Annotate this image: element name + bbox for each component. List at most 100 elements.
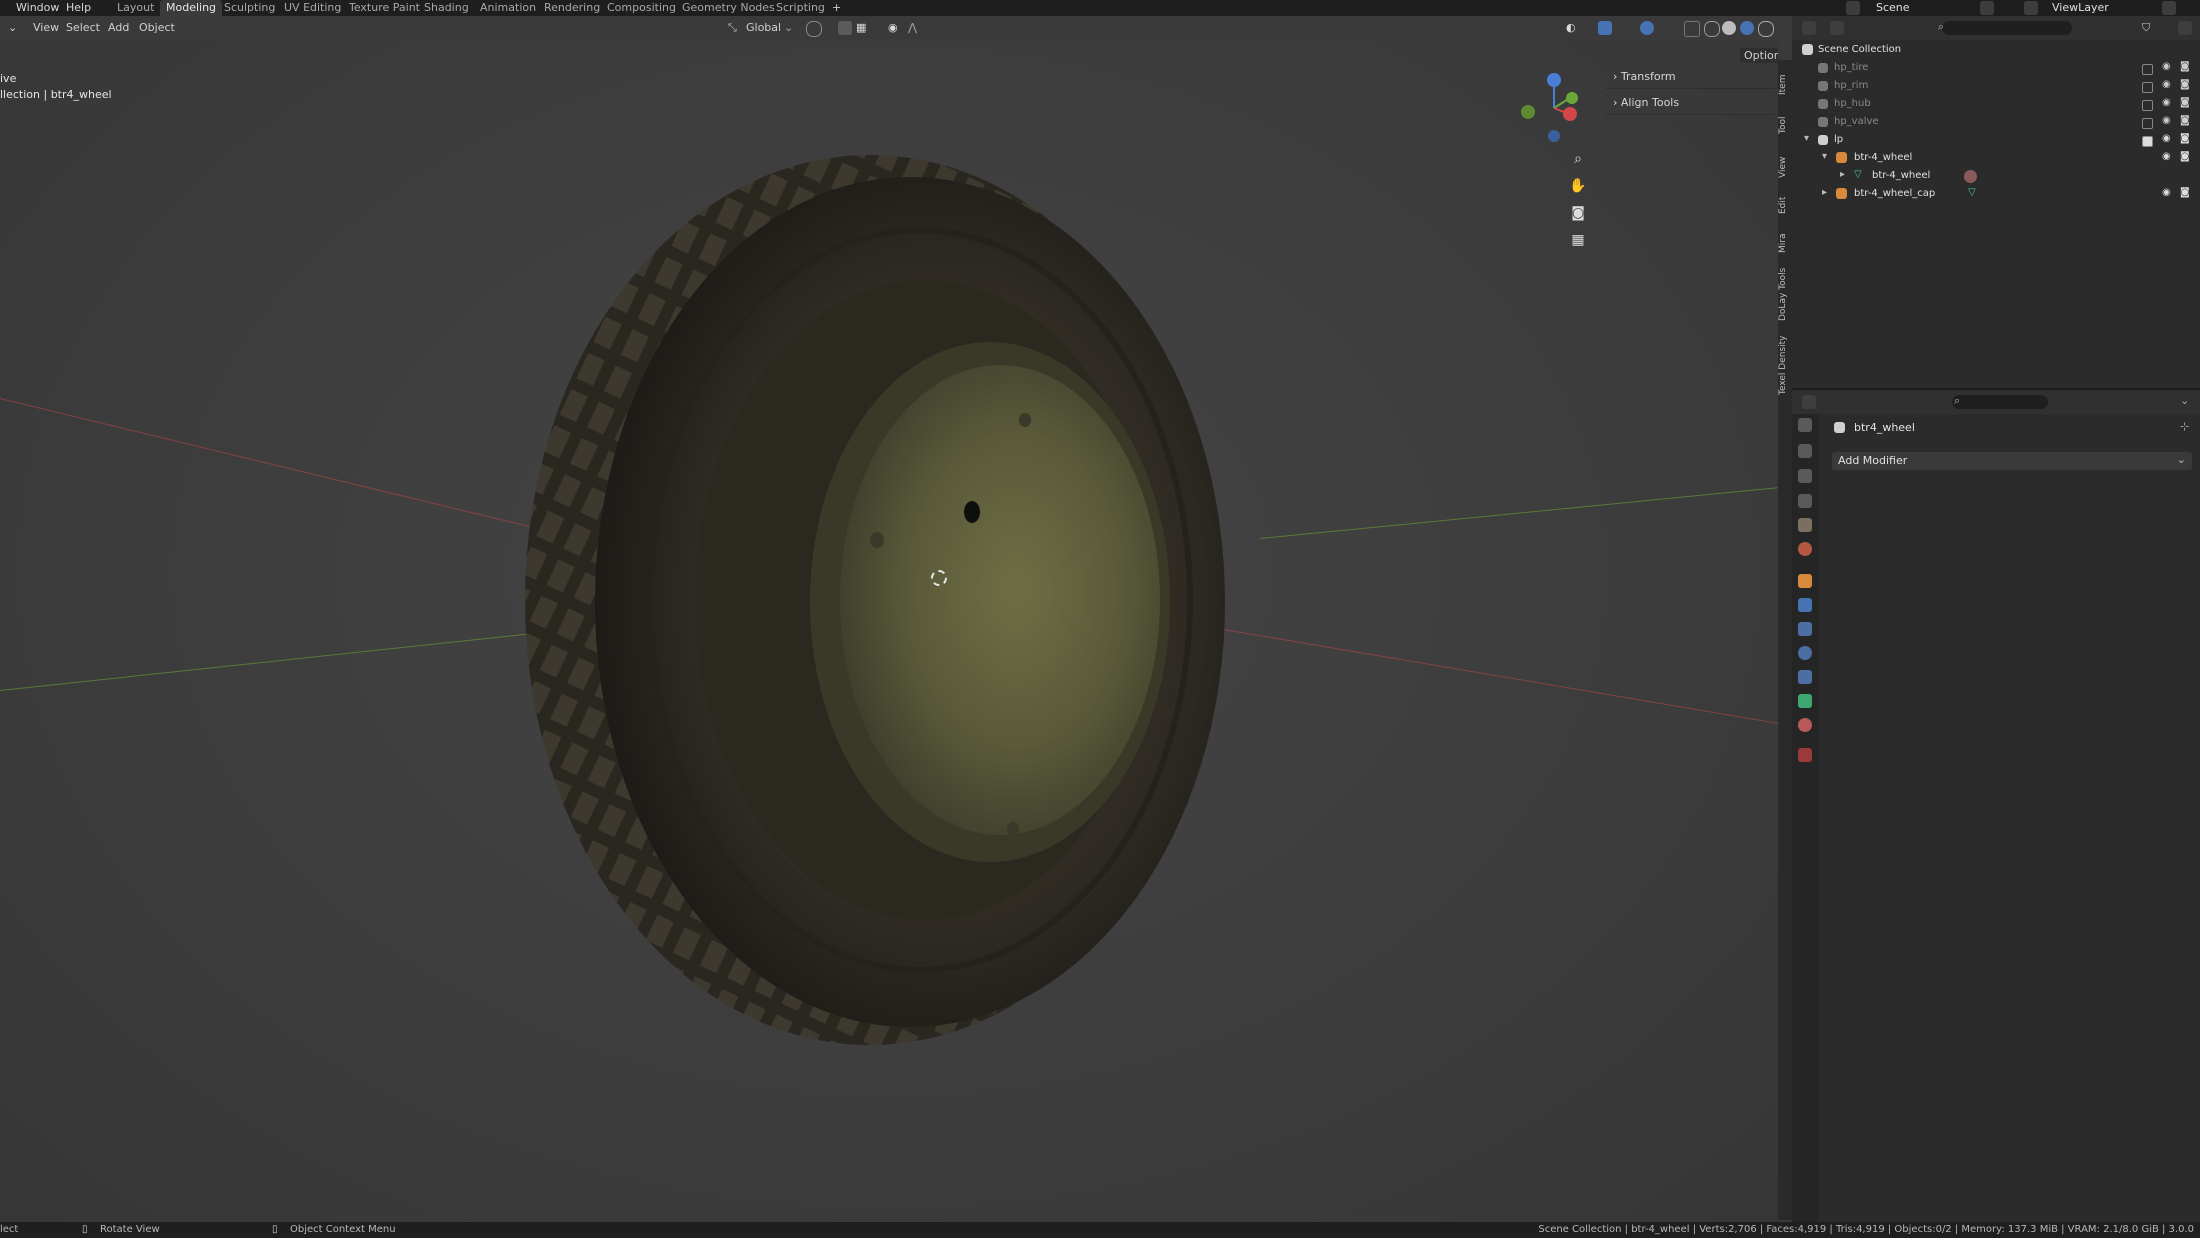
tab-item[interactable]: Item: [1778, 70, 1792, 100]
exclude-checkbox[interactable]: [2142, 118, 2153, 129]
chevron-down-icon[interactable]: ⌄: [2180, 394, 2189, 407]
object-name-field[interactable]: btr4_wheel: [1854, 421, 1915, 434]
tab-scripting[interactable]: Scripting: [770, 0, 831, 16]
panel-align-tools[interactable]: › Align Tools: [1605, 92, 1775, 115]
render-icon[interactable]: [1798, 444, 1812, 458]
xray-toggle-icon[interactable]: [1684, 21, 1700, 37]
options-dropdown[interactable]: Options: [1740, 48, 1778, 63]
eye-icon[interactable]: ◉: [2162, 133, 2171, 144]
tab-mira[interactable]: Mira: [1778, 228, 1792, 258]
transform-orientation-icon[interactable]: ⤡: [728, 21, 737, 35]
wheel-model[interactable]: [520, 140, 1280, 1060]
tab-texture-paint[interactable]: Texture Paint: [343, 0, 426, 16]
outliner-row-hp-valve[interactable]: hp_valve ◉ ◙: [1792, 114, 2200, 132]
new-scene-icon[interactable]: [1980, 1, 1994, 15]
falloff-icon[interactable]: ⋀: [908, 21, 917, 34]
tab-layout[interactable]: Layout: [111, 0, 160, 16]
viewlayer-icon[interactable]: [2024, 1, 2038, 15]
gizmo-toggle-icon[interactable]: [1598, 21, 1612, 35]
outliner-row-btr4-wheel-mesh[interactable]: ▸ ▽ btr-4_wheel: [1792, 168, 2200, 186]
properties-search-input[interactable]: [1952, 395, 2048, 409]
camera-icon[interactable]: ◙: [2180, 151, 2190, 162]
camera-icon[interactable]: ◙: [2180, 115, 2190, 126]
exclude-checkbox[interactable]: [2142, 100, 2153, 111]
eye-icon[interactable]: ◉: [2162, 79, 2171, 90]
tab-rendering[interactable]: Rendering: [538, 0, 606, 16]
ortho-grid-icon[interactable]: ▦: [1567, 229, 1589, 251]
outliner-row-lp[interactable]: ▾ lp ◉ ◙: [1792, 132, 2200, 150]
pivot-point-icon[interactable]: [806, 21, 822, 37]
tab-view[interactable]: View: [1778, 150, 1792, 184]
new-viewlayer-icon[interactable]: [2162, 1, 2176, 15]
tab-shading[interactable]: Shading: [418, 0, 475, 16]
view-menu[interactable]: View: [33, 21, 59, 34]
pan-hand-icon[interactable]: ✋: [1567, 175, 1589, 197]
object-menu[interactable]: Object: [139, 21, 175, 34]
proportional-edit-icon[interactable]: ◉: [888, 21, 898, 34]
exclude-checkbox[interactable]: [2142, 64, 2153, 75]
exclude-checkbox[interactable]: [2142, 82, 2153, 93]
add-workspace-button[interactable]: +: [826, 0, 847, 16]
add-modifier-dropdown[interactable]: Add Modifier ⌄: [1832, 452, 2192, 470]
modifier-wrench-icon[interactable]: [1798, 598, 1812, 612]
tab-modeling[interactable]: Modeling: [160, 0, 223, 16]
object-icon[interactable]: [1798, 574, 1812, 588]
menu-window[interactable]: Window: [16, 1, 59, 14]
navigation-gizmo[interactable]: [1512, 66, 1596, 150]
snap-magnet-icon[interactable]: [838, 21, 852, 35]
expand-arrow-icon[interactable]: ▾: [1804, 133, 1809, 144]
camera-icon[interactable]: ◙: [2180, 79, 2190, 90]
wireframe-shading-icon[interactable]: [1704, 21, 1720, 37]
tab-edit[interactable]: Edit: [1778, 190, 1792, 220]
exclude-checkbox[interactable]: [2142, 136, 2153, 147]
tab-sculpting[interactable]: Sculpting: [218, 0, 281, 16]
eye-icon[interactable]: ◉: [2162, 187, 2171, 198]
overlays-toggle-icon[interactable]: [1640, 21, 1654, 35]
material-icon[interactable]: [1798, 718, 1812, 732]
editor-type-icon[interactable]: [1802, 21, 1816, 35]
outliner-row-scene-collection[interactable]: Scene Collection: [1792, 42, 2200, 60]
material-preview-shading-icon[interactable]: [1740, 21, 1754, 35]
scene-icon[interactable]: [1846, 1, 1860, 15]
expand-arrow-icon[interactable]: ▾: [1822, 151, 1827, 162]
add-menu[interactable]: Add: [108, 21, 129, 34]
zoom-icon[interactable]: ⌕: [1567, 148, 1589, 170]
expand-arrow-icon[interactable]: ▸: [1822, 187, 1827, 198]
pin-icon[interactable]: ⊹: [2180, 420, 2189, 433]
physics-icon[interactable]: [1798, 646, 1812, 660]
rendered-shading-icon[interactable]: [1758, 21, 1774, 37]
camera-icon[interactable]: ◙: [2180, 97, 2190, 108]
eye-icon[interactable]: ◉: [2162, 115, 2171, 126]
new-collection-icon[interactable]: [2178, 21, 2192, 35]
snap-grid-icon[interactable]: ▦: [856, 21, 866, 34]
expand-arrow-icon[interactable]: ▸: [1840, 169, 1845, 180]
chevron-down-icon[interactable]: ⌄: [784, 21, 793, 34]
tab-texel-density[interactable]: Texel Density: [1778, 330, 1792, 400]
camera-icon[interactable]: ◙: [2180, 133, 2190, 144]
tab-compositing[interactable]: Compositing: [601, 0, 682, 16]
eye-icon[interactable]: ◉: [2162, 97, 2171, 108]
tab-geometry-nodes[interactable]: Geometry Nodes: [676, 0, 781, 16]
constraints-icon[interactable]: [1798, 670, 1812, 684]
particles-icon[interactable]: [1798, 622, 1812, 636]
eye-icon[interactable]: ◉: [2162, 151, 2171, 162]
outliner-row-btr4-wheel-object[interactable]: ▾ btr-4_wheel ◉ ◙: [1792, 150, 2200, 168]
tab-animation[interactable]: Animation: [474, 0, 542, 16]
eye-icon[interactable]: ◉: [2162, 61, 2171, 72]
outliner-row-hp-tire[interactable]: hp_tire ◉ ◙: [1792, 60, 2200, 78]
mesh-data-icon[interactable]: [1798, 694, 1812, 708]
menu-help[interactable]: Help: [66, 1, 91, 14]
scene-selector[interactable]: Scene: [1876, 1, 1910, 14]
view-layer-icon[interactable]: [1798, 494, 1812, 508]
tab-dolay-tools[interactable]: DoLay Tools: [1778, 265, 1792, 323]
outliner-row-btr4-wheel-cap[interactable]: ▸ btr-4_wheel_cap ▽ ◉ ◙: [1792, 186, 2200, 204]
output-icon[interactable]: [1798, 469, 1812, 483]
outliner-row-hp-rim[interactable]: hp_rim ◉ ◙: [1792, 78, 2200, 96]
display-mode-icon[interactable]: [1830, 21, 1844, 35]
editor-type-icon[interactable]: [1802, 395, 1816, 409]
scene-icon[interactable]: [1798, 518, 1812, 532]
outliner-search-input[interactable]: [1942, 21, 2072, 35]
transform-orientation-dropdown[interactable]: Global: [746, 21, 781, 34]
tool-icon[interactable]: [1798, 418, 1812, 432]
3d-viewport[interactable]: ive llection | btr4_wheel Options ⌕ ✋ ◙ …: [0, 40, 1778, 1222]
